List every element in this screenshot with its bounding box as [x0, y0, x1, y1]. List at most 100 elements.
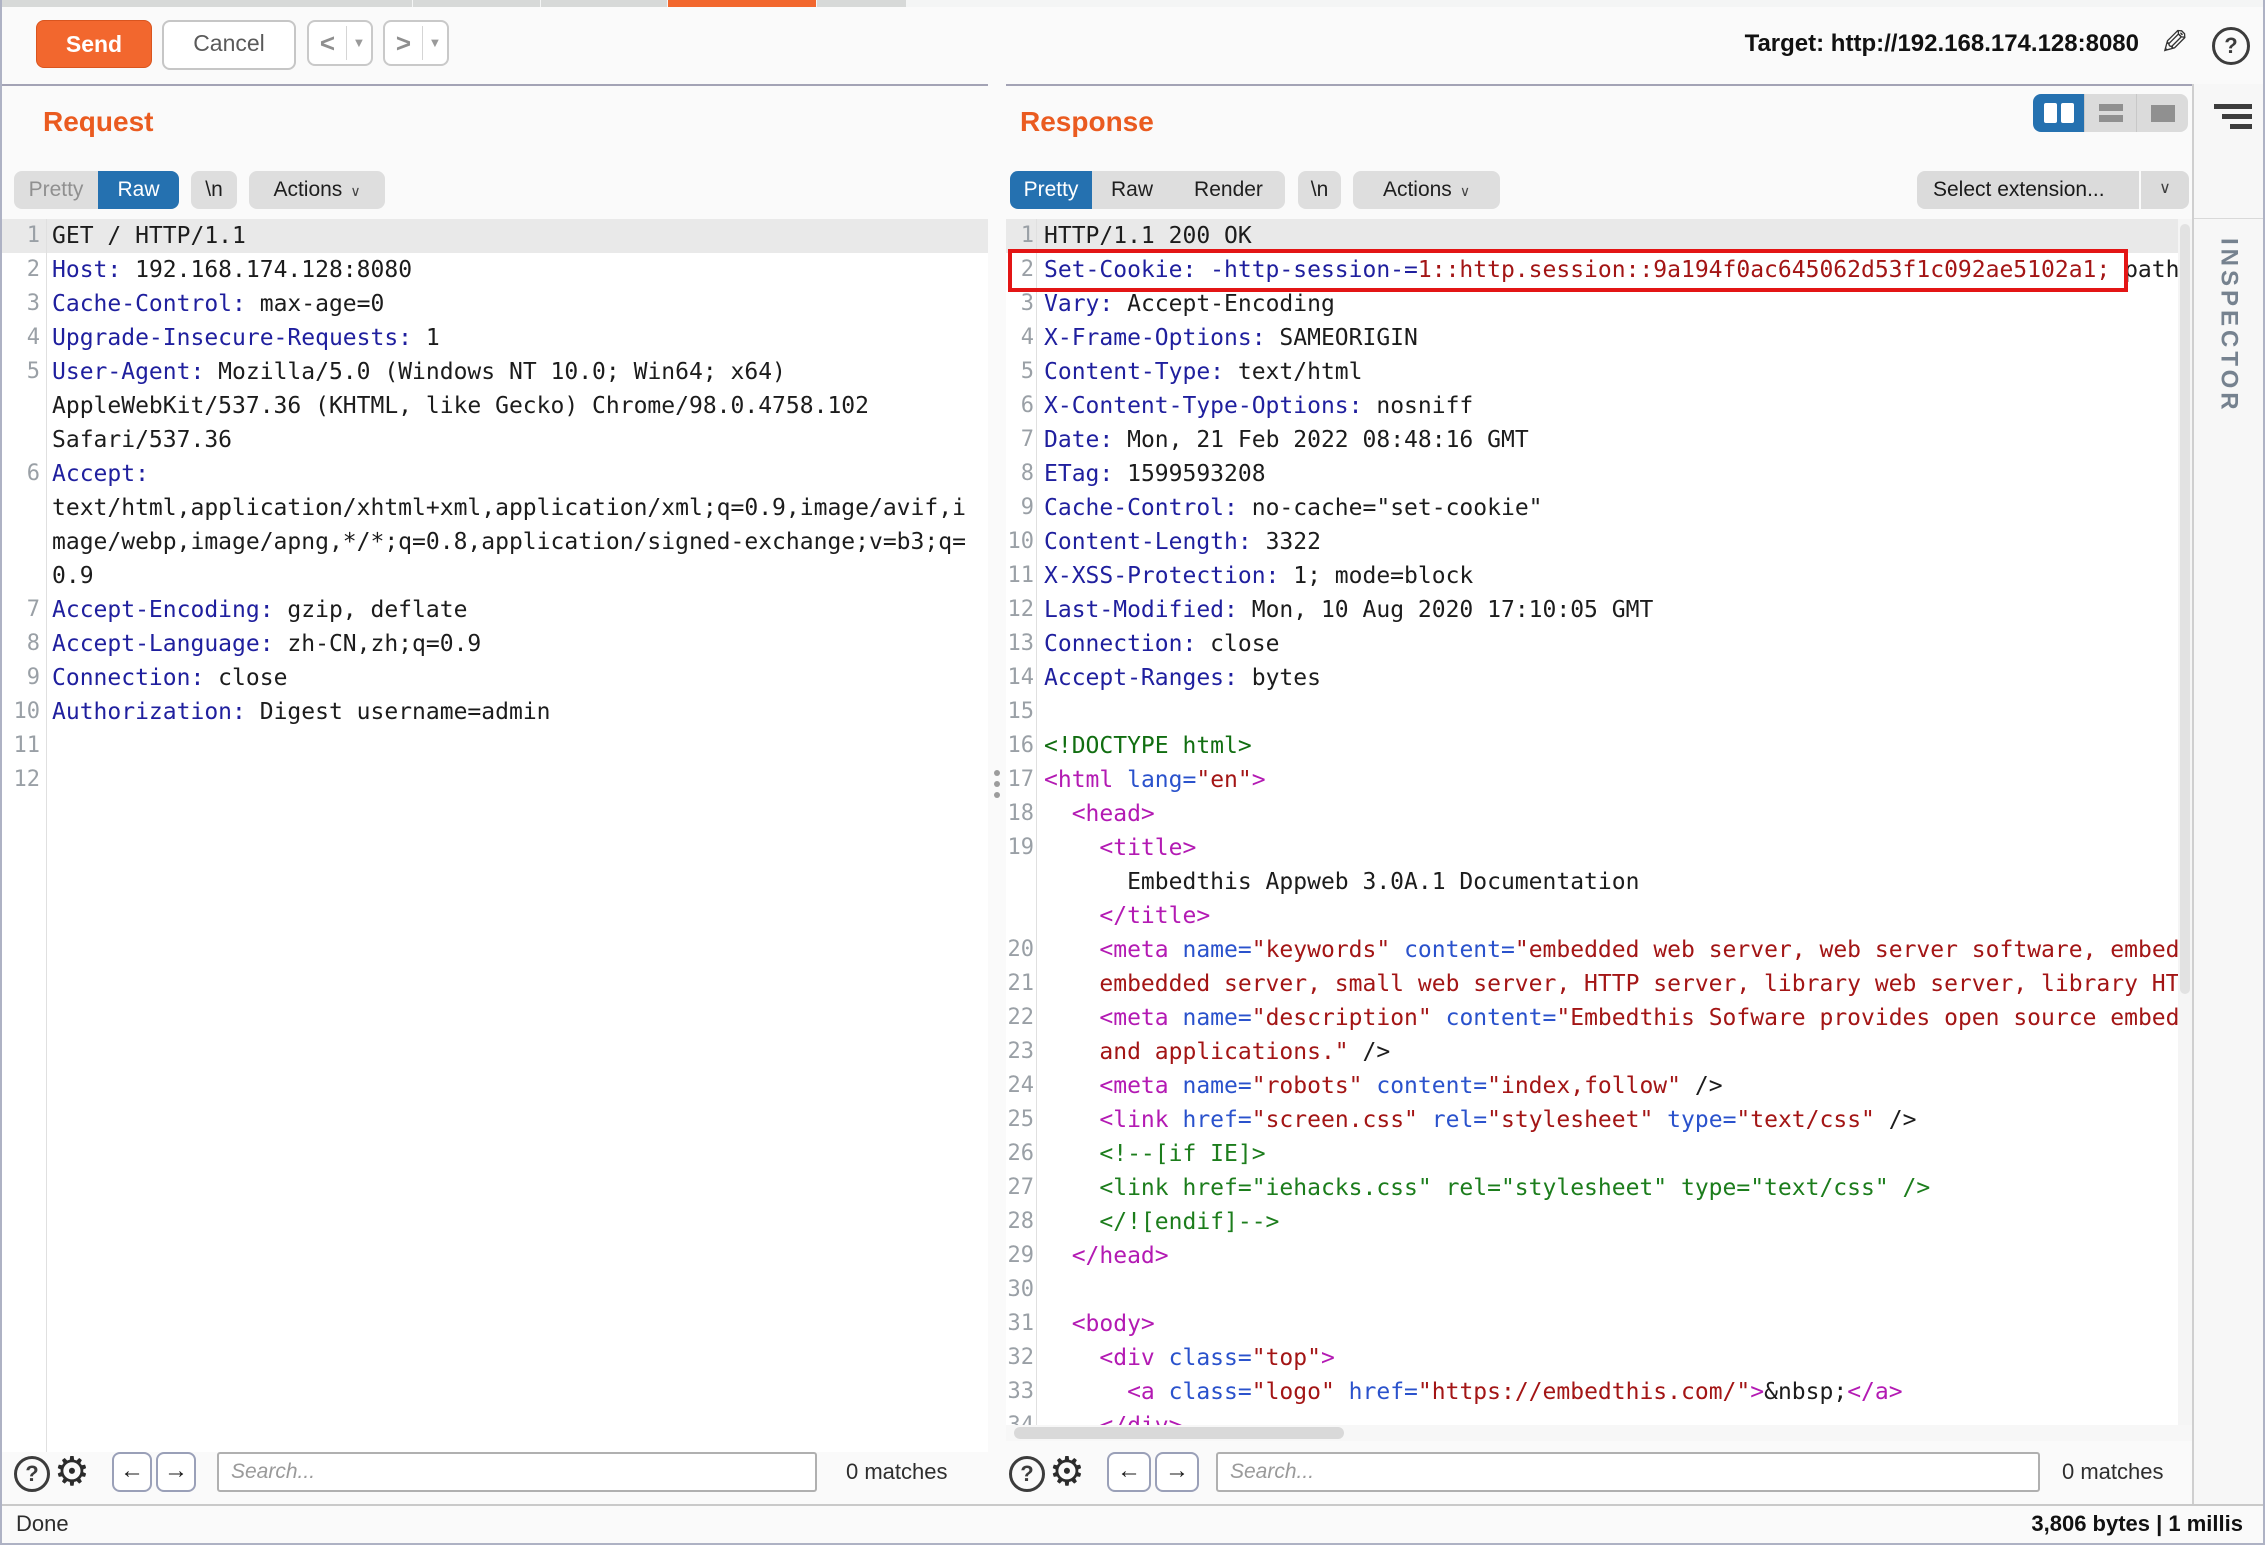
code-line: 21 embedded server, small web server, HT… [1006, 967, 2178, 1001]
forward-dropdown-button[interactable]: ▼ [423, 22, 447, 64]
code-line: text/html,application/xhtml+xml,applicat… [0, 491, 988, 525]
code-line: 14Accept-Ranges: bytes [1006, 661, 2178, 695]
actions-label: Actions [273, 178, 342, 201]
vertical-scrollbar-thumb[interactable] [2180, 224, 2190, 994]
code-line: 3Cache-Control: max-age=0 [0, 287, 988, 321]
code-line: 15 [1006, 695, 2178, 729]
code-line: 0.9 [0, 559, 988, 593]
response-tab-newline[interactable]: \n [1298, 171, 1341, 209]
inspector-tab[interactable]: INSPECTOR [2192, 238, 2265, 419]
forward-button[interactable]: > [385, 22, 422, 64]
code-line: 23 and applications." /> [1006, 1035, 2178, 1069]
columns-icon [2044, 103, 2057, 123]
code-line: 2Host: 192.168.174.128:8080 [0, 253, 988, 287]
code-line: 17<html lang="en"> [1006, 763, 2178, 797]
search-prev-button[interactable]: ← [1107, 1452, 1151, 1492]
code-line: 10Authorization: Digest username=admin [0, 695, 988, 729]
gear-icon[interactable]: ⚙ [1049, 1452, 1085, 1492]
history-back-group: < ▼ [307, 20, 373, 66]
response-tab-raw[interactable]: Raw [1092, 171, 1172, 209]
window-tab[interactable] [0, 0, 412, 7]
code-line: 4X-Frame-Options: SAMEORIGIN [1006, 321, 2178, 355]
history-forward-group: > ▼ [383, 20, 449, 66]
code-line: 9Connection: close [0, 661, 988, 695]
code-line: 5Content-Type: text/html [1006, 355, 2178, 389]
request-tab-newline[interactable]: \n [191, 171, 237, 209]
code-line: 18 <head> [1006, 797, 2178, 831]
response-search-input[interactable] [1216, 1452, 2040, 1492]
columns-icon [2061, 103, 2074, 123]
actions-label: Actions [1383, 178, 1452, 201]
code-line: 26 <!--[if IE]> [1006, 1137, 2178, 1171]
request-actions-menu[interactable]: Actions∨ [249, 171, 385, 209]
layout-columns-button[interactable] [2033, 94, 2085, 132]
back-dropdown-button[interactable]: ▼ [347, 22, 371, 64]
burp-repeater-window: { "colors": { "accent_orange": "#ea5b20"… [0, 0, 2265, 1545]
request-search-input[interactable] [217, 1452, 817, 1492]
code-line: 28 </![endif]--> [1006, 1205, 2178, 1239]
layout-stacked-button[interactable] [2085, 94, 2137, 132]
code-line: 6Accept: [0, 457, 988, 491]
help-icon[interactable]: ? [14, 1456, 50, 1492]
request-editor[interactable]: 1GET / HTTP/1.12Host: 192.168.174.128:80… [0, 219, 988, 1452]
collapse-panel-icon[interactable] [2212, 104, 2252, 134]
select-extension-dropdown[interactable]: Select extension... [1917, 171, 2139, 209]
code-line: 31 <body> [1006, 1307, 2178, 1341]
code-line: 30 [1006, 1273, 2178, 1307]
target-label: Target: http://192.168.174.128:8080 [1745, 30, 2139, 58]
search-next-button[interactable]: → [156, 1452, 196, 1492]
code-line: 3Vary: Accept-Encoding [1006, 287, 2178, 321]
code-line: </title> [1006, 899, 2178, 933]
code-line: 29 </head> [1006, 1239, 2178, 1273]
code-line: 8Accept-Language: zh-CN,zh;q=0.9 [0, 627, 988, 661]
code-line: 12 [0, 763, 988, 797]
window-tab-active[interactable] [668, 0, 816, 7]
layout-toggle-group [2033, 94, 2188, 132]
code-line: 27 <link href="iehacks.css" rel="stylesh… [1006, 1171, 2178, 1205]
help-icon[interactable]: ? [1009, 1456, 1045, 1492]
search-prev-button[interactable]: ← [112, 1452, 152, 1492]
code-line: 1HTTP/1.1 200 OK [1006, 219, 2178, 253]
window-tab[interactable] [413, 0, 540, 7]
response-tab-pretty[interactable]: Pretty [1010, 171, 1092, 209]
cancel-button[interactable]: Cancel [162, 20, 296, 70]
layout-single-button[interactable] [2137, 94, 2188, 132]
window-tab[interactable] [817, 0, 906, 7]
window-tab-strip [0, 0, 2265, 7]
splitter-handle-dot [994, 781, 1000, 787]
search-next-button[interactable]: → [1155, 1452, 1199, 1492]
chevron-down-icon: ∨ [1460, 183, 1470, 199]
code-line: 22 <meta name="description" content="Emb… [1006, 1001, 2178, 1035]
set-cookie-highlight-box [1008, 249, 2128, 292]
response-search-matches: 0 matches [2062, 1452, 2164, 1492]
gear-icon[interactable]: ⚙ [54, 1452, 90, 1492]
request-tab-raw[interactable]: Raw [98, 171, 179, 209]
response-tab-render[interactable]: Render [1172, 171, 1285, 209]
code-line: mage/webp,image/apng,*/*;q=0.8,applicati… [0, 525, 988, 559]
window-tab[interactable] [541, 0, 667, 7]
code-line: 11 [0, 729, 988, 763]
code-line: 8ETag: 1599593208 [1006, 457, 2178, 491]
single-pane-icon [2151, 105, 2175, 122]
code-line: 5User-Agent: Mozilla/5.0 (Windows NT 10.… [0, 355, 988, 389]
help-icon[interactable]: ? [2212, 27, 2250, 65]
horizontal-scrollbar-thumb[interactable] [1014, 1427, 1344, 1439]
request-tab-pretty[interactable]: Pretty [14, 171, 98, 209]
response-actions-menu[interactable]: Actions ∨ [1353, 171, 1500, 209]
code-line: 34 </div> [1006, 1409, 2178, 1425]
inspector-label: INSPECTOR [2215, 238, 2243, 414]
code-line: 24 <meta name="robots" content="index,fo… [1006, 1069, 2178, 1103]
code-line: 7Date: Mon, 21 Feb 2022 08:48:16 GMT [1006, 423, 2178, 457]
response-editor[interactable]: 1HTTP/1.1 200 OK2Set-Cookie: -http-sessi… [1006, 219, 2178, 1425]
code-line: 33 <a class="logo" href="https://embedth… [1006, 1375, 2178, 1409]
edit-target-pencil-icon[interactable]: ✎ [2160, 23, 2189, 63]
code-line: 10Content-Length: 3322 [1006, 525, 2178, 559]
status-done: Done [16, 1511, 69, 1537]
back-button[interactable]: < [309, 22, 346, 64]
send-button[interactable]: Send [36, 20, 152, 68]
code-line: 20 <meta name="keywords" content="embedd… [1006, 933, 2178, 967]
status-bytes-time: 3,806 bytes | 1 millis [2031, 1511, 2243, 1537]
select-extension-chevron[interactable]: ∨ [2141, 171, 2189, 209]
code-line: 9Cache-Control: no-cache="set-cookie" [1006, 491, 2178, 525]
divider [2194, 218, 2265, 219]
